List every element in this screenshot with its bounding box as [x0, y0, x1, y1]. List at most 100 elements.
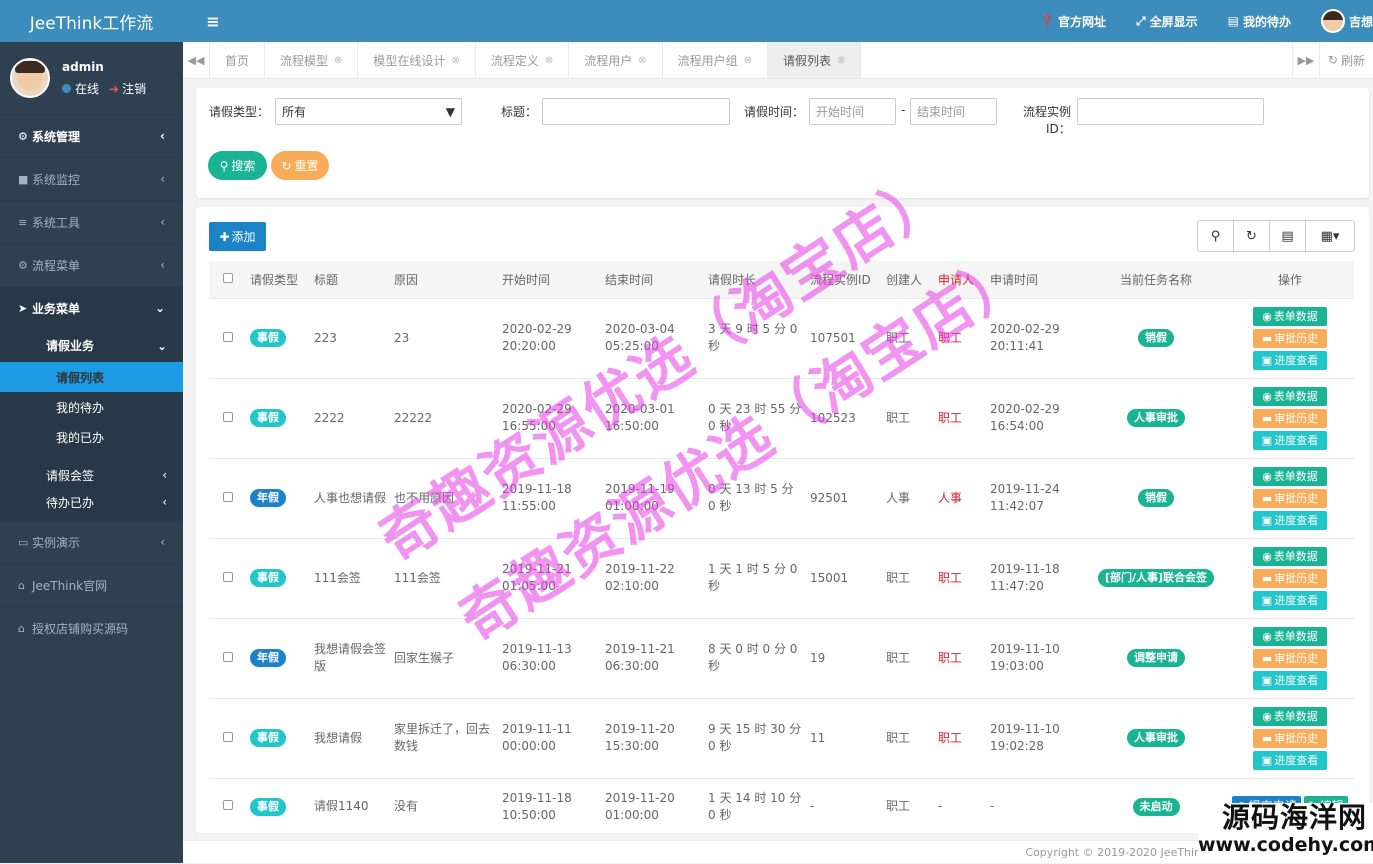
sidebar-item-leave-list[interactable]: 请假列表	[0, 362, 183, 392]
list-icon: ▬	[1262, 650, 1272, 667]
tab-flow-user[interactable]: 流程用户⊗	[569, 42, 662, 78]
toggle-view-button[interactable]: ▤	[1270, 221, 1306, 251]
progress-view-button[interactable]: ▣进度查看	[1253, 671, 1327, 690]
row-checkbox[interactable]	[223, 652, 233, 662]
sidebar-item-countersign[interactable]: 请假会签‹	[0, 460, 183, 490]
form-data-button[interactable]: ◉表单数据	[1253, 387, 1327, 406]
cell-duration: 3 天 9 时 5 分 0 秒	[704, 298, 806, 378]
sidebar-item-flow[interactable]: ⚙流程菜单‹	[0, 243, 183, 286]
image-icon: ▣	[1262, 752, 1272, 769]
col-start[interactable]: 开始时间	[498, 261, 601, 298]
columns-button[interactable]: ▦▾	[1306, 221, 1354, 251]
list-icon: ▬	[1262, 570, 1272, 587]
cell-instance-id: 102523	[806, 378, 882, 458]
leave-type-select[interactable]: 所有▼	[275, 98, 462, 125]
col-instance-id[interactable]: 流程实例ID	[806, 261, 882, 298]
sidebar-item-my-todo[interactable]: 我的待办	[0, 392, 183, 422]
sidebar-item-my-done[interactable]: 我的已办	[0, 422, 183, 452]
search-button[interactable]: ⚲搜索	[208, 151, 267, 180]
caret-down-icon: ▼	[446, 105, 455, 119]
col-task[interactable]: 当前任务名称	[1086, 261, 1226, 298]
form-data-button[interactable]: ◉表单数据	[1253, 707, 1327, 726]
title-input[interactable]	[542, 98, 730, 125]
avatar[interactable]	[10, 58, 50, 98]
row-checkbox[interactable]	[223, 412, 233, 422]
approval-history-button[interactable]: ▬审批历史	[1253, 489, 1327, 508]
form-data-button[interactable]: ◉表单数据	[1253, 627, 1327, 646]
progress-view-button[interactable]: ▣进度查看	[1253, 431, 1327, 450]
online-status: 在线	[62, 80, 99, 97]
sidebar: JeeThink工作流 admin 在线 ➜注销 ⚙系统管理‹ ■系统监控‹ ≡…	[0, 0, 183, 863]
end-time-input[interactable]: 结束时间	[910, 98, 997, 125]
row-checkbox[interactable]	[223, 800, 233, 810]
col-applicant[interactable]: 申请人	[934, 261, 986, 298]
menu-toggle-icon[interactable]: ≡	[183, 12, 243, 31]
sidebar-item-leave[interactable]: 请假业务⌄	[0, 329, 183, 362]
search-toggle-button[interactable]: ⚲	[1198, 221, 1234, 251]
refresh-tab-button[interactable]: ↻刷新	[1319, 42, 1373, 78]
date-range-dash: -	[901, 103, 905, 117]
instance-id-input[interactable]	[1077, 98, 1264, 125]
sidebar-item-demo[interactable]: ▭实例演示‹	[0, 520, 183, 563]
close-icon[interactable]: ⊗	[638, 55, 646, 66]
approval-history-button[interactable]: ▬审批历史	[1253, 409, 1327, 428]
close-icon[interactable]: ⊗	[545, 55, 553, 66]
chevron-left-icon: ‹	[160, 129, 165, 143]
sidebar-item-official-site[interactable]: ⌂JeeThink官网	[0, 563, 183, 606]
tab-model-design[interactable]: 模型在线设计⊗	[358, 42, 475, 78]
fullscreen-link[interactable]: ⤢全屏显示	[1136, 13, 1198, 30]
table-header-row: 请假类型 标题 原因 开始时间 结束时间 请假时长 流程实例ID 创建人 申请人…	[209, 261, 1354, 298]
start-time-input[interactable]: 开始时间	[809, 98, 896, 125]
row-checkbox[interactable]	[223, 332, 233, 342]
col-applied-time[interactable]: 申请时间	[986, 261, 1086, 298]
refresh-button[interactable]: ↻	[1234, 221, 1270, 251]
chevron-left-icon: ‹	[160, 535, 165, 549]
tabs-left-icon[interactable]: ◀◀	[183, 42, 210, 78]
form-data-button[interactable]: ◉表单数据	[1253, 467, 1327, 486]
official-site-link[interactable]: ❓官方网址	[1039, 13, 1106, 30]
close-icon[interactable]: ⊗	[744, 55, 752, 66]
sidebar-item-buy-source[interactable]: ⌂授权店铺购买源码	[0, 606, 183, 649]
form-data-button[interactable]: ◉表单数据	[1253, 307, 1327, 326]
col-end[interactable]: 结束时间	[601, 261, 704, 298]
approval-history-button[interactable]: ▬审批历史	[1253, 649, 1327, 668]
close-icon[interactable]: ⊗	[334, 55, 342, 66]
form-data-button[interactable]: ◉表单数据	[1253, 547, 1327, 566]
my-todo-link[interactable]: ▤我的待办	[1228, 13, 1291, 30]
tab-home[interactable]: 首页	[210, 42, 265, 78]
col-duration[interactable]: 请假时长	[704, 261, 806, 298]
tab-flow-def[interactable]: 流程定义⊗	[476, 42, 569, 78]
progress-view-button[interactable]: ▣进度查看	[1253, 751, 1327, 770]
tab-leave-list[interactable]: 请假列表⊗	[768, 42, 861, 78]
approval-history-button[interactable]: ▬审批历史	[1253, 569, 1327, 588]
row-checkbox[interactable]	[223, 492, 233, 502]
progress-view-button[interactable]: ▣进度查看	[1253, 351, 1327, 370]
close-icon[interactable]: ⊗	[837, 55, 845, 66]
approval-history-button[interactable]: ▬审批历史	[1253, 729, 1327, 748]
user-menu[interactable]: 吉想	[1321, 9, 1373, 33]
row-checkbox[interactable]	[223, 572, 233, 582]
add-button[interactable]: ✚添加	[209, 222, 266, 251]
sidebar-item-todo-done[interactable]: 待办已办‹	[0, 490, 183, 520]
reset-button[interactable]: ↻重置	[271, 151, 329, 180]
col-title[interactable]: 标题	[310, 261, 390, 298]
cell-creator: 职工	[882, 378, 934, 458]
col-reason[interactable]: 原因	[390, 261, 498, 298]
sidebar-item-monitor[interactable]: ■系统监控‹	[0, 157, 183, 200]
select-all-checkbox[interactable]	[223, 273, 233, 283]
title-label: 标题：	[501, 103, 537, 120]
sidebar-item-system[interactable]: ⚙系统管理‹	[0, 114, 183, 157]
col-leave-type[interactable]: 请假类型	[246, 261, 310, 298]
logout-link[interactable]: ➜注销	[109, 80, 146, 97]
col-creator[interactable]: 创建人	[882, 261, 934, 298]
close-icon[interactable]: ⊗	[451, 55, 459, 66]
sidebar-item-business[interactable]: ➤业务菜单⌄	[0, 286, 183, 329]
progress-view-button[interactable]: ▣进度查看	[1253, 511, 1327, 530]
tabs-right-icon[interactable]: ▶▶	[1292, 42, 1319, 78]
tab-flow-model[interactable]: 流程模型⊗	[265, 42, 358, 78]
sidebar-item-tools[interactable]: ≡系统工具‹	[0, 200, 183, 243]
progress-view-button[interactable]: ▣进度查看	[1253, 591, 1327, 610]
row-checkbox[interactable]	[223, 732, 233, 742]
approval-history-button[interactable]: ▬审批历史	[1253, 329, 1327, 348]
tab-flow-group[interactable]: 流程用户组⊗	[663, 42, 768, 78]
